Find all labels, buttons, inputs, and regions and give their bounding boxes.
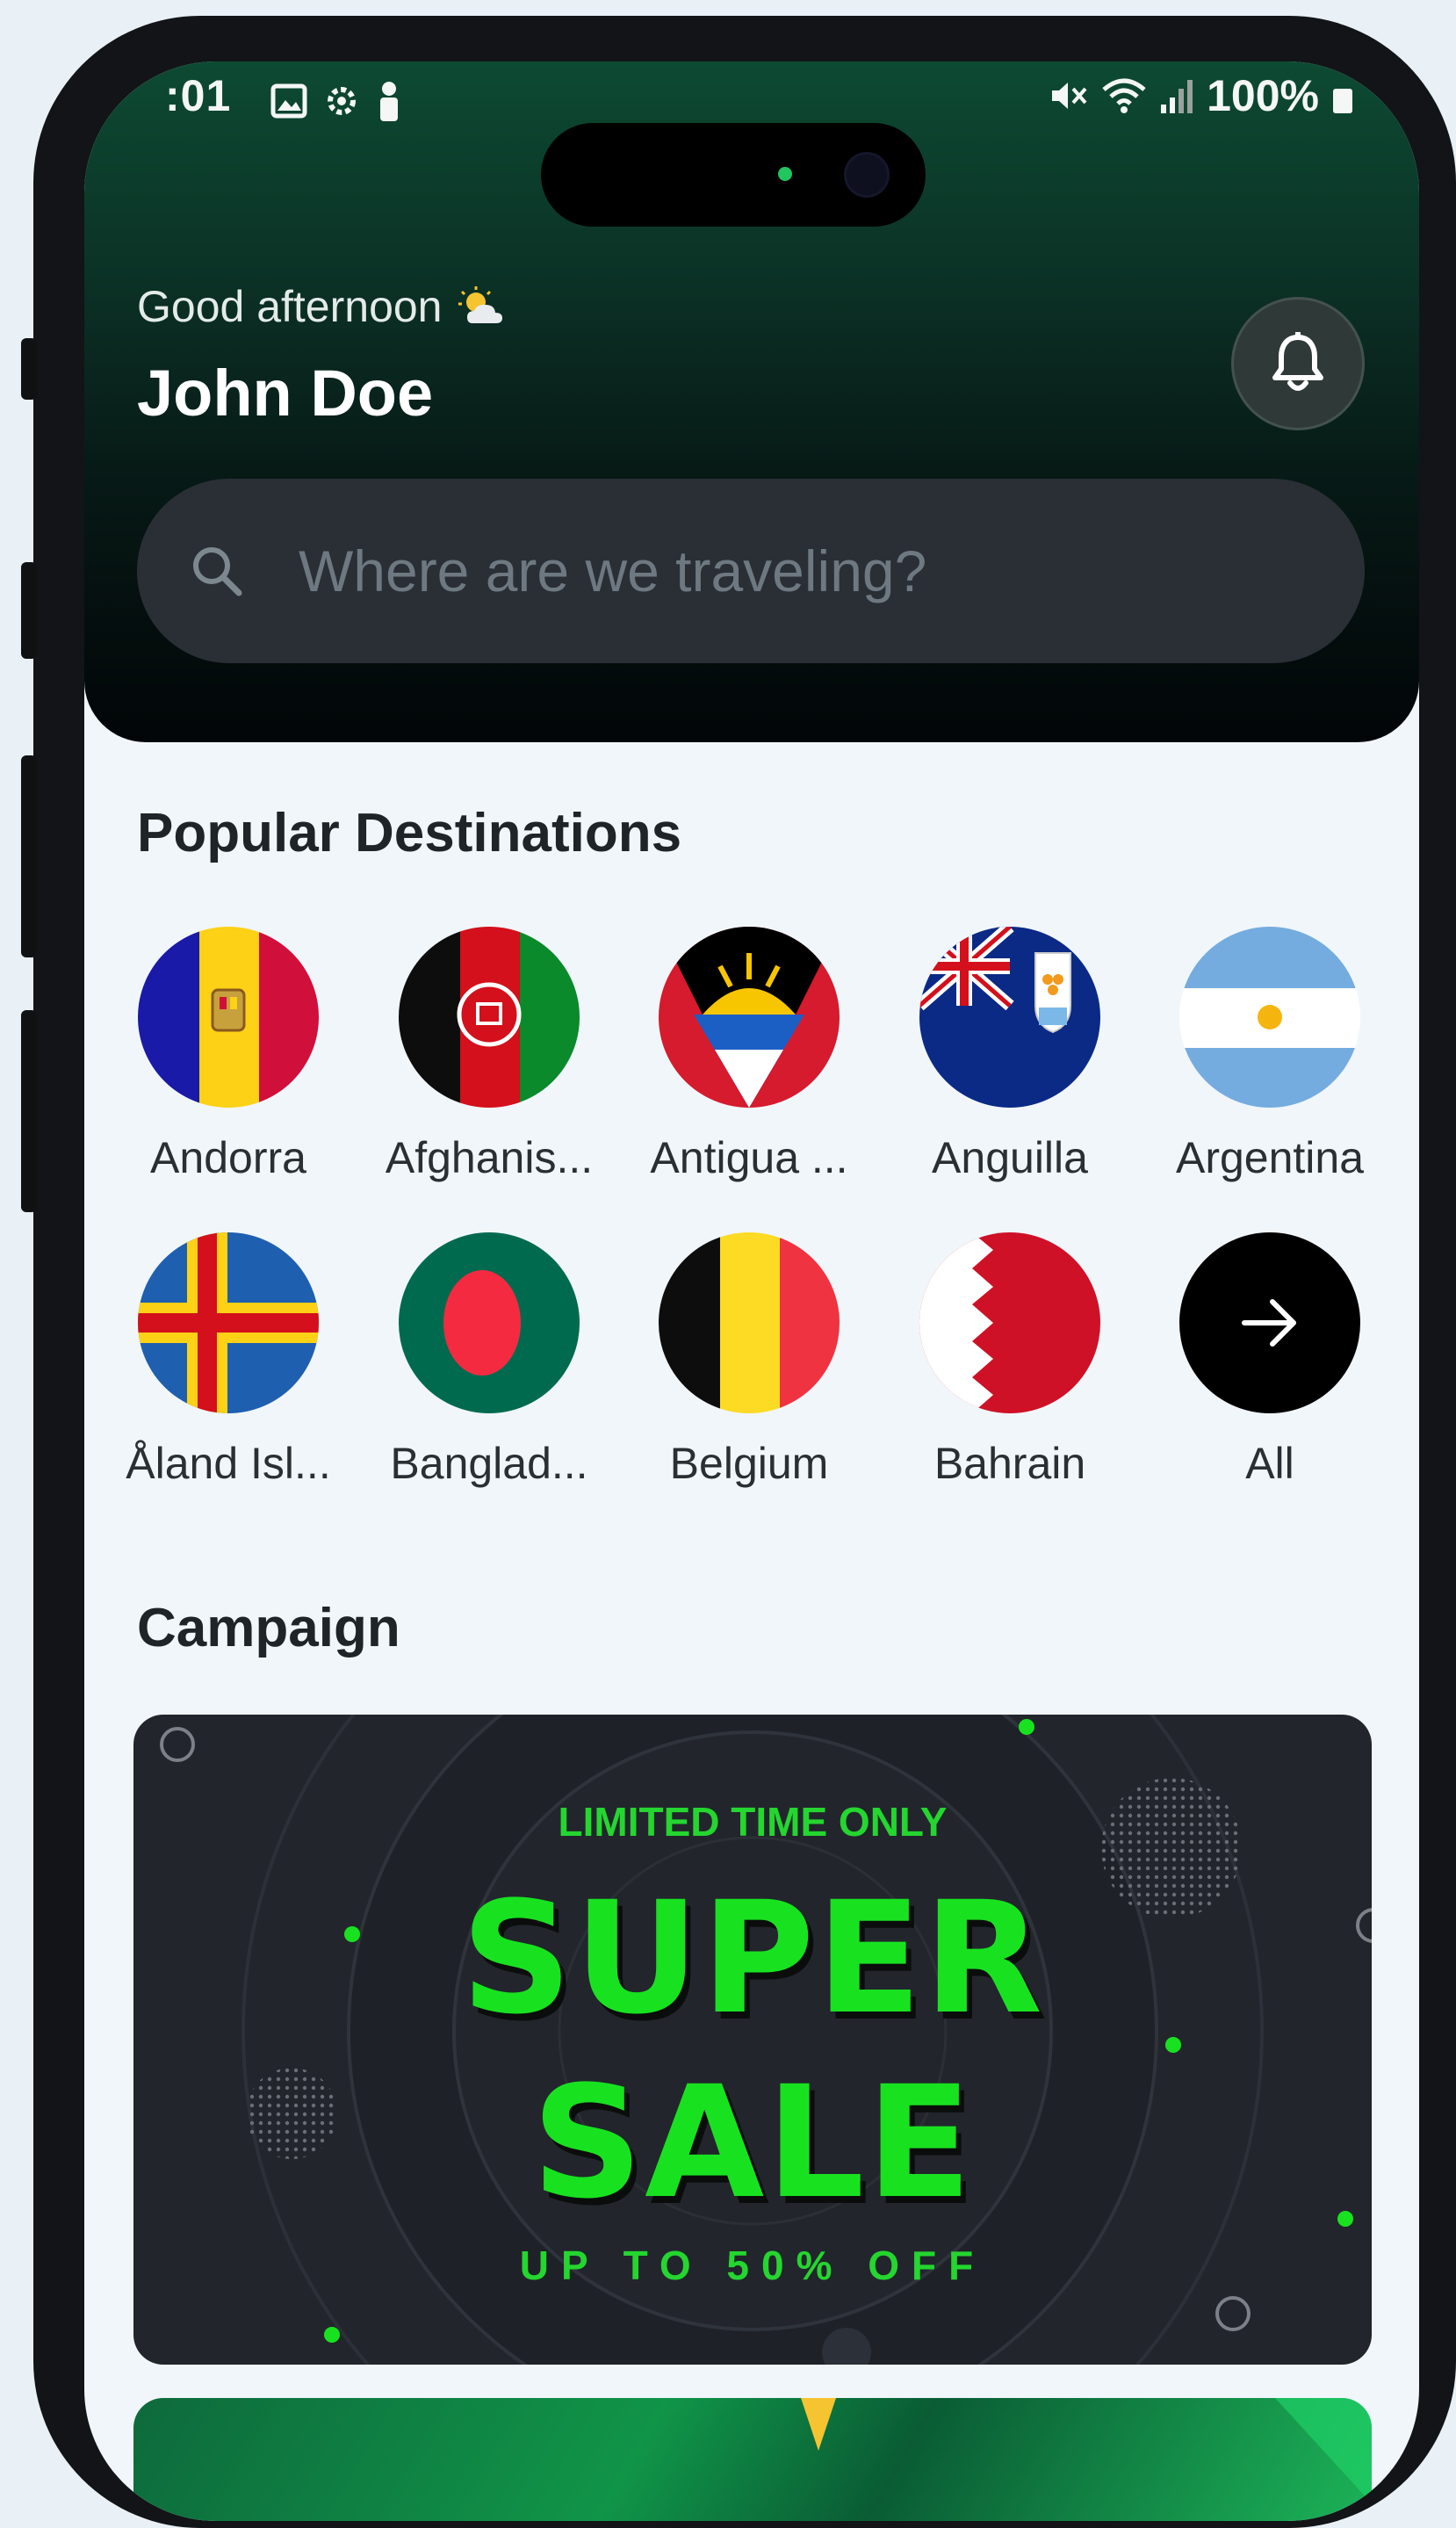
destination-label: Bahrain: [933, 1439, 1086, 1488]
bahrain-flag: [919, 1232, 1100, 1413]
search-input[interactable]: [297, 537, 1365, 605]
destination-label: Andorra: [150, 1133, 306, 1182]
gear-icon: [328, 87, 356, 115]
campaign-title: Campaign: [137, 1598, 400, 1658]
app-screen: :01 100% Good afternoon John Doe Where a…: [84, 61, 1419, 2521]
header: :01 100% Good afternoon John Doe Where a…: [84, 61, 1419, 742]
andorra-flag: [138, 927, 319, 1108]
front-camera: [844, 152, 890, 198]
greeting-text: Good afternoon: [137, 282, 443, 331]
destination-afghanistan[interactable]: Afghanis...: [359, 927, 619, 1183]
status-time: :01: [165, 71, 232, 120]
second-campaign-banner[interactable]: [133, 2398, 1372, 2521]
banner-discount: UP TO 50% OFF: [519, 2243, 986, 2288]
phone-side-button: [21, 1010, 37, 1212]
bell-icon: [1272, 332, 1323, 391]
destination-argentina[interactable]: Argentina: [1140, 927, 1400, 1183]
destination-label: Argentina: [1175, 1133, 1365, 1182]
destination-label: Anguilla: [932, 1133, 1088, 1182]
bangladesh-flag: [399, 1232, 580, 1413]
argentina-flag: [1179, 927, 1360, 1108]
popular-destinations-title: Popular Destinations: [137, 803, 682, 863]
destination-bahrain[interactable]: Bahrain: [880, 1232, 1140, 1489]
destination-belgium[interactable]: Belgium: [619, 1232, 879, 1489]
sun-cloud-icon: [458, 286, 502, 323]
all-destinations-button[interactable]: [1179, 1232, 1360, 1413]
banner-limited-time: LIMITED TIME ONLY: [558, 1799, 948, 1845]
destination-label: Banglad...: [390, 1439, 588, 1488]
banner-super: SUPER: [460, 1868, 1045, 2048]
destination-all[interactable]: All: [1140, 1232, 1400, 1489]
phone-side-button: [21, 338, 37, 400]
wifi-icon: [1102, 78, 1146, 113]
camera-island: [541, 123, 926, 227]
belgium-flag: [659, 1232, 840, 1413]
anguilla-flag: [919, 927, 1100, 1108]
phone-side-button: [21, 562, 37, 659]
person-icon: [380, 82, 398, 121]
afghanistan-flag: [399, 927, 580, 1108]
second-banner-graphic: [801, 2398, 1372, 2503]
battery-icon: [1333, 89, 1352, 113]
destination-label: All: [1245, 1439, 1294, 1488]
greeting: Good afternoon: [137, 281, 509, 332]
search-icon: [186, 540, 248, 602]
aland-flag: [138, 1232, 319, 1413]
signal-icon: [1161, 80, 1193, 113]
privacy-indicator: [778, 167, 792, 181]
search-bar[interactable]: [137, 479, 1365, 663]
arrow-right-icon: [1242, 1299, 1296, 1347]
banner-sale: SALE: [531, 2053, 974, 2233]
destination-antigua[interactable]: Antigua ...: [619, 927, 879, 1183]
destination-aland-islands[interactable]: Åland Isl...: [98, 1232, 358, 1489]
status-system-icons: 100%: [1049, 70, 1354, 121]
destination-label: Belgium: [669, 1439, 829, 1488]
destination-label: Antigua ...: [650, 1133, 848, 1182]
destination-andorra[interactable]: Andorra: [98, 927, 358, 1183]
mute-icon: [1052, 83, 1087, 109]
notifications-button[interactable]: [1231, 297, 1365, 430]
destination-bangladesh[interactable]: Banglad...: [359, 1232, 619, 1489]
destination-anguilla[interactable]: Anguilla: [880, 927, 1140, 1183]
phone-side-button: [21, 755, 37, 957]
antigua-flag: [659, 927, 840, 1108]
destination-label: Åland Isl...: [126, 1439, 331, 1488]
status-notification-icons: [270, 81, 402, 121]
gallery-icon: [270, 83, 307, 119]
battery-percent: 100%: [1207, 71, 1319, 120]
user-name: John Doe: [137, 357, 434, 430]
super-sale-banner[interactable]: LIMITED TIME ONLY SUPER SALE UP TO 50% O…: [133, 1715, 1372, 2365]
destination-label: Afghanis...: [385, 1133, 594, 1182]
